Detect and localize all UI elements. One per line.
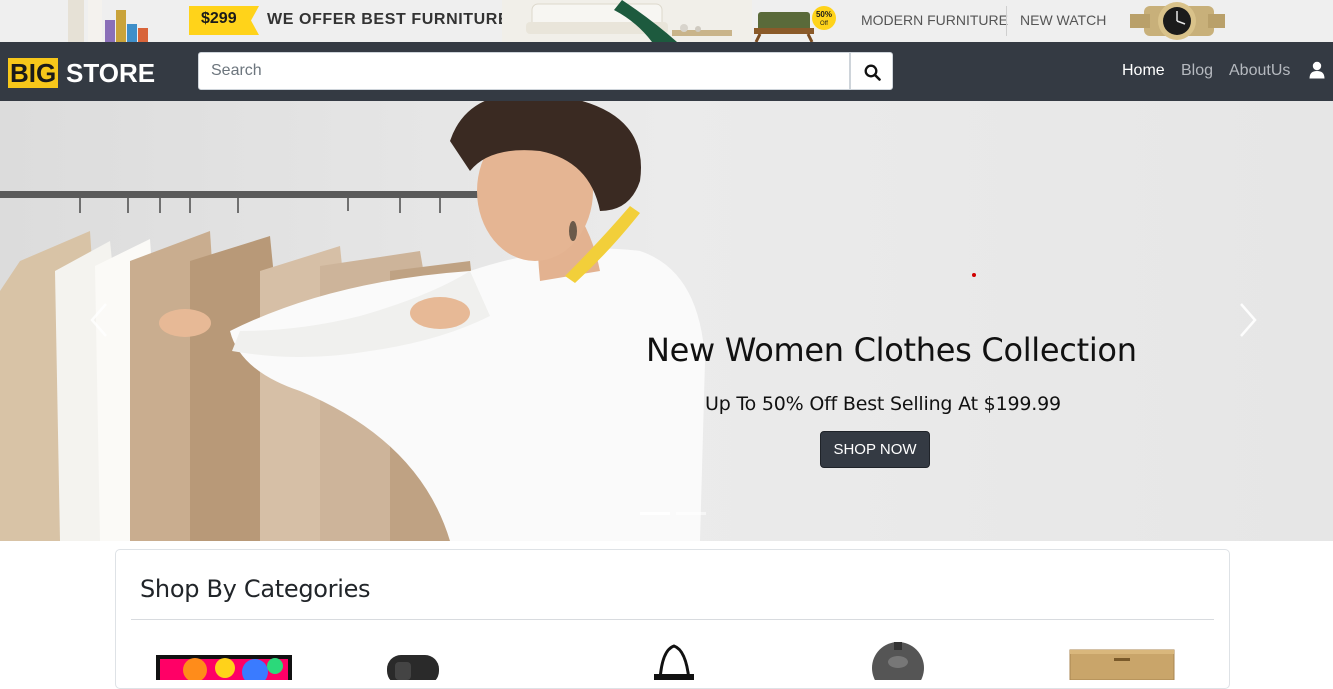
promo-banner[interactable]: $299 WE OFFER BEST FURNITURE 50% Off MOD… xyxy=(0,0,1333,42)
sofa-image xyxy=(502,0,752,42)
nav-aboutus-link[interactable]: AboutUs xyxy=(1229,62,1290,80)
hero-image xyxy=(0,101,1333,541)
carousel-indicator-2[interactable] xyxy=(676,512,706,515)
logo-big[interactable]: BIG xyxy=(8,58,59,88)
wall-lamp-icon[interactable] xyxy=(866,640,931,680)
cabinet-icon[interactable] xyxy=(1068,640,1176,680)
nav-blog-link[interactable]: Blog xyxy=(1181,62,1213,80)
promo-tagline: WE OFFER BEST FURNITURE xyxy=(267,11,510,28)
promo-price: $299 xyxy=(201,10,237,27)
categories-title: Shop By Categories xyxy=(140,575,371,603)
categories-divider xyxy=(131,619,1214,620)
search-input[interactable] xyxy=(198,52,850,90)
search-button[interactable] xyxy=(850,52,893,90)
svg-text:Off: Off xyxy=(820,21,828,27)
laptop-icon[interactable] xyxy=(155,640,295,680)
search-icon xyxy=(864,64,881,81)
logo-store[interactable]: STORE xyxy=(66,58,155,88)
hero-subtitle: Up To 50% Off Best Selling At $199.99 xyxy=(705,393,1061,415)
promo-link-new-watch[interactable]: NEW WATCH xyxy=(1020,12,1106,28)
nav-home-link[interactable]: Home xyxy=(1122,62,1165,80)
chevron-left-icon[interactable] xyxy=(86,300,114,340)
vase-image xyxy=(68,0,148,42)
carousel-indicator-1[interactable] xyxy=(640,512,670,515)
user-icon[interactable] xyxy=(1309,61,1325,79)
hero-title: New Women Clothes Collection xyxy=(646,331,1137,369)
promo-link-modern-furniture[interactable]: MODERN FURNITURE xyxy=(861,12,1008,28)
svg-text:50%: 50% xyxy=(816,10,832,19)
speaker-icon[interactable] xyxy=(385,640,445,680)
watch-image xyxy=(1130,2,1225,40)
handbag-icon[interactable] xyxy=(652,640,697,680)
chevron-right-icon[interactable] xyxy=(1233,300,1261,340)
promo-divider xyxy=(1006,6,1007,36)
shop-now-button[interactable]: SHOP NOW xyxy=(820,431,930,468)
hero-carousel xyxy=(0,101,1333,541)
chair-image: 50% Off xyxy=(754,6,836,42)
